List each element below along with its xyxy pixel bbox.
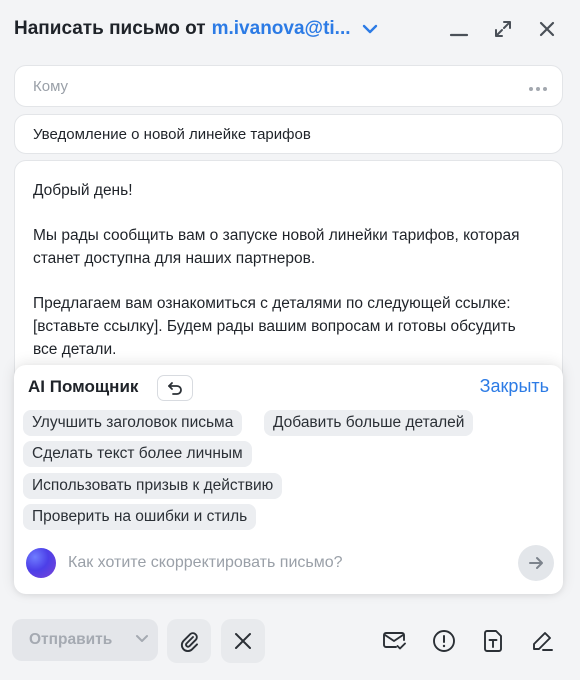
close-icon[interactable] bbox=[530, 14, 564, 44]
suggestion-chip[interactable]: Проверить на ошибки и стиль bbox=[23, 504, 257, 530]
sender-address[interactable]: m.ivanova@ti... bbox=[212, 18, 351, 40]
to-placeholder: Кому bbox=[33, 77, 69, 95]
undo-icon[interactable] bbox=[157, 375, 193, 401]
suggestion-chip[interactable]: Использовать призыв к действию bbox=[23, 473, 283, 499]
send-button[interactable]: Отправить bbox=[12, 619, 158, 661]
body-paragraph: Предлагаем вам ознакомиться с деталями п… bbox=[33, 295, 516, 358]
discard-icon[interactable] bbox=[221, 619, 265, 663]
body-paragraph: Мы рады сообщить вам о запуске новой лин… bbox=[33, 227, 520, 267]
minimize-icon[interactable] bbox=[442, 14, 476, 44]
suggestion-chip[interactable]: Добавить больше деталей bbox=[264, 410, 474, 436]
ai-prompt-input[interactable]: Как хотите скорректировать письмо? bbox=[68, 554, 518, 572]
compose-header: Написать письмо от m.ivanova@ti... bbox=[0, 0, 580, 58]
to-field[interactable]: Кому bbox=[14, 65, 563, 107]
compose-toolbar: Отправить bbox=[0, 614, 580, 668]
body-paragraph: Добрый день! bbox=[33, 182, 133, 199]
ai-send-button[interactable] bbox=[518, 545, 554, 581]
compose-title: Написать письмо от bbox=[14, 18, 206, 39]
subject-field[interactable]: Уведомление о новой линейке тарифов bbox=[14, 114, 563, 154]
template-icon[interactable] bbox=[478, 626, 508, 656]
subject-text: Уведомление о новой линейке тарифов bbox=[33, 125, 311, 143]
suggestion-chip[interactable]: Сделать текст более личным bbox=[23, 441, 252, 467]
suggestion-chip[interactable]: Улучшить заголовок письма bbox=[23, 410, 243, 436]
message-body[interactable]: Добрый день! Мы рады сообщить вам о запу… bbox=[14, 160, 563, 390]
signature-icon[interactable] bbox=[527, 626, 557, 656]
chevron-down-icon[interactable] bbox=[134, 630, 150, 651]
more-dots-icon[interactable] bbox=[528, 79, 548, 96]
arrow-right-icon bbox=[529, 557, 543, 569]
chevron-down-icon[interactable] bbox=[359, 18, 381, 40]
ai-orb-icon bbox=[26, 548, 56, 578]
window-controls bbox=[442, 14, 564, 44]
ai-assistant-panel: AI Помощник Закрыть Улучшить заголовок п… bbox=[14, 365, 563, 594]
expand-icon[interactable] bbox=[486, 14, 520, 44]
read-receipt-icon[interactable] bbox=[380, 626, 410, 656]
ai-close-link[interactable]: Закрыть bbox=[480, 376, 549, 397]
ai-prompt-row: Как хотите скорректировать письмо? bbox=[26, 545, 554, 581]
important-icon[interactable] bbox=[429, 626, 459, 656]
ai-panel-title: AI Помощник bbox=[28, 377, 139, 396]
attach-icon[interactable] bbox=[167, 619, 211, 663]
send-button-label: Отправить bbox=[29, 631, 113, 648]
